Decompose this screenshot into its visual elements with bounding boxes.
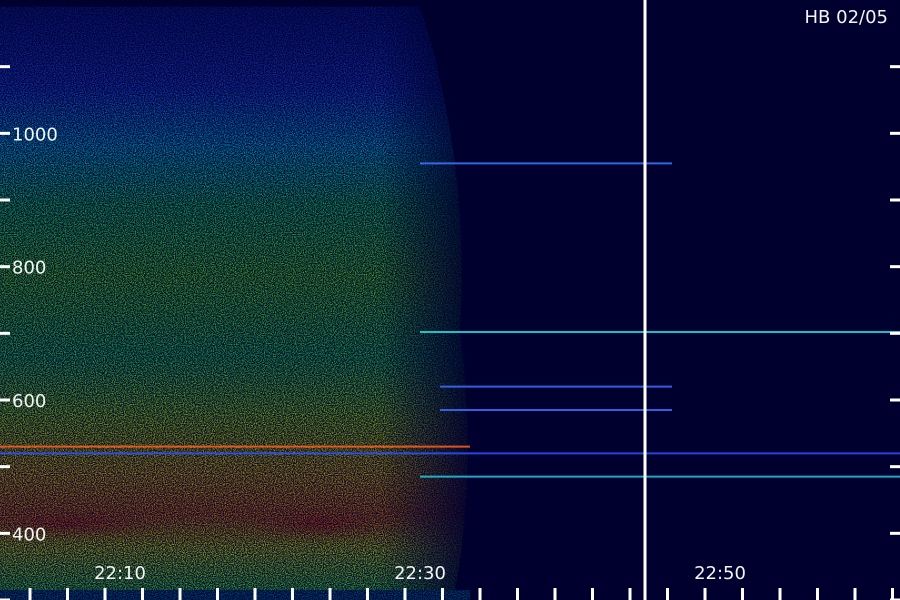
spectrogram-plot: 1000 800 600 400 22:10 22:30 22:50 HB 02/05	[0, 0, 900, 600]
x-tick-label: 22:30	[394, 563, 446, 584]
emission-hotspot	[230, 505, 410, 542]
emission-base	[0, 590, 470, 600]
corner-label: HB 02/05	[805, 7, 888, 28]
x-tick-label: 22:10	[94, 563, 146, 584]
emission-edge-fade	[380, 6, 480, 590]
y-tick-label: 400	[12, 524, 46, 545]
x-tick-label: 22:50	[694, 563, 746, 584]
y-tick-label: 1000	[12, 124, 58, 145]
emission-block-left	[0, 6, 195, 590]
emission-region	[0, 6, 480, 600]
y-tick-label: 600	[12, 391, 46, 412]
y-tick-label: 800	[12, 258, 46, 279]
